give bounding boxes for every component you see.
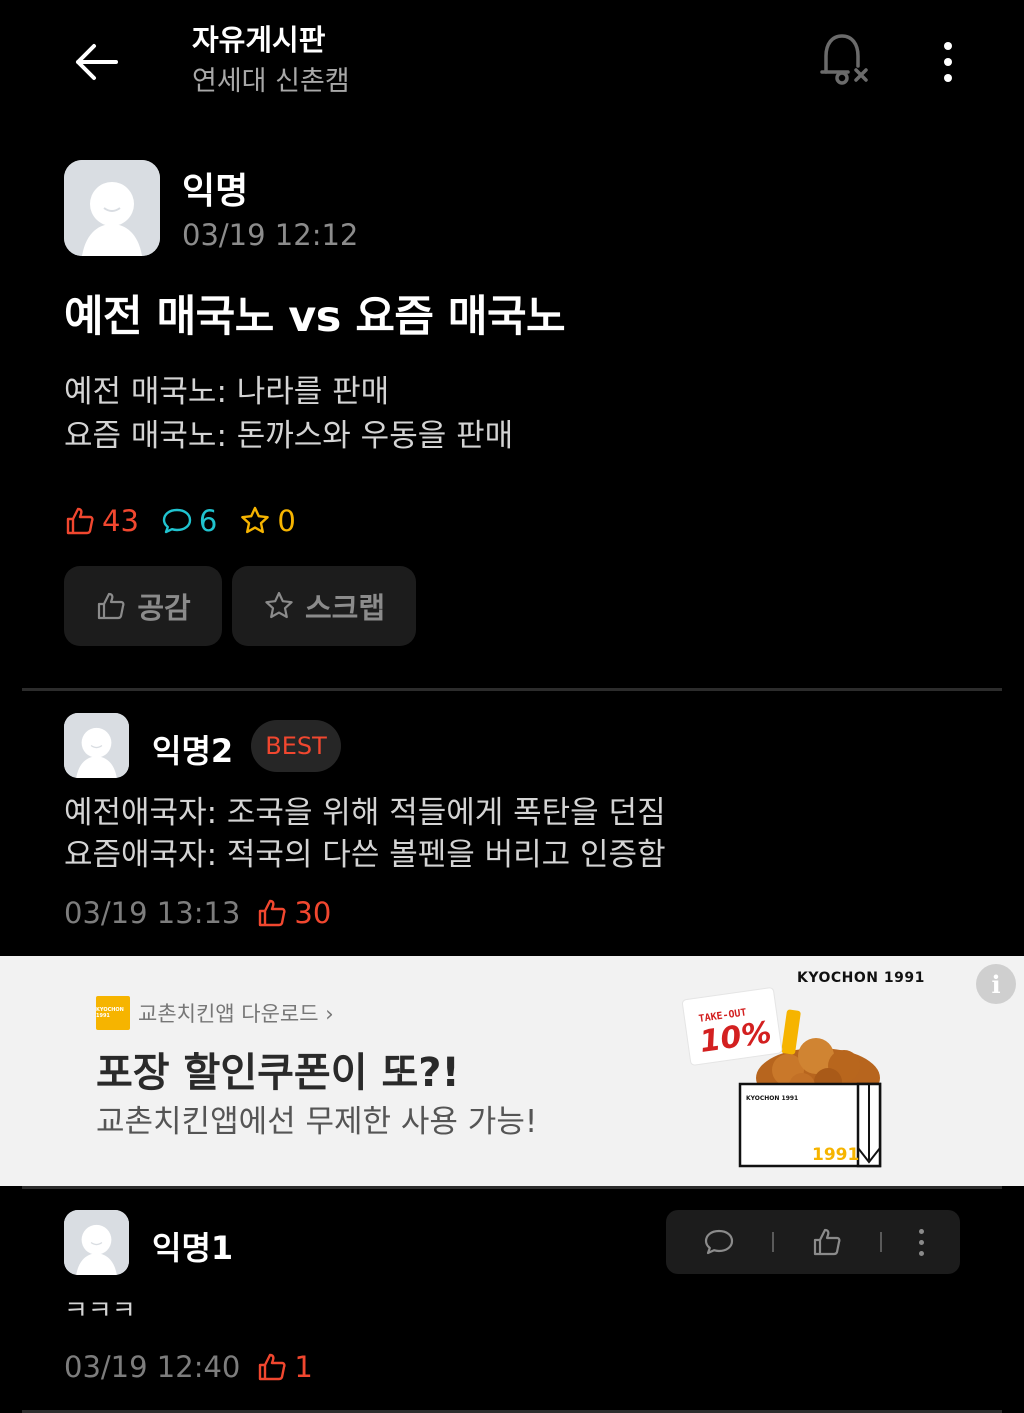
thumbs-up-icon	[259, 899, 286, 927]
thumbs-up-icon	[66, 507, 94, 535]
campus-subtitle: 연세대 신촌캠	[192, 66, 350, 97]
arrow-left-icon	[76, 44, 118, 80]
comment-avatar	[64, 713, 129, 778]
comment-avatar	[64, 1210, 129, 1275]
comment-like-value: 1	[294, 1350, 313, 1384]
box-label: KYOCHON 1991	[746, 1095, 798, 1102]
comment-toolbar	[666, 1210, 960, 1274]
comment-like-value: 30	[294, 896, 332, 930]
ad-brand-link[interactable]: KYOCHON 1991 교촌치킨앱 다운로드 ›	[96, 996, 334, 1030]
board-title: 자유게시판	[192, 23, 326, 57]
header-titles: 자유게시판 연세대 신촌캠	[192, 20, 350, 104]
comment-timestamp: 03/19 12:40	[64, 1350, 241, 1384]
post-timestamp: 03/19 12:12	[182, 218, 359, 252]
post-author-avatar	[64, 160, 160, 256]
star-icon	[241, 506, 270, 534]
avatar-icon	[64, 713, 129, 778]
kyochon-logo: KYOCHON 1991	[96, 996, 130, 1030]
divider	[22, 1186, 1002, 1189]
comment-icon[interactable]	[703, 1226, 735, 1258]
comment-meta: 03/19 12:40 1	[64, 1350, 313, 1384]
thumbs-up-icon	[259, 1353, 286, 1381]
back-button[interactable]	[66, 32, 126, 92]
scrap-button[interactable]: 스크랩	[232, 566, 416, 646]
ad-logo-text: KYOCHON 1991	[96, 1007, 124, 1019]
comment-like-count: 1	[256, 1350, 313, 1384]
bell-off-icon	[820, 34, 868, 85]
post-stats: 43 6 0	[64, 504, 318, 538]
best-badge: BEST	[251, 720, 341, 772]
toolbar-separator	[879, 1232, 882, 1252]
box-year: 1991	[812, 1145, 859, 1165]
toolbar-separator	[771, 1232, 774, 1252]
comment-like-count: 30	[256, 896, 331, 930]
ad-subtext: 교촌치킨앱에선 무제한 사용 가능!	[96, 1104, 538, 1140]
like-count: 43	[64, 504, 139, 538]
more-dot	[944, 58, 952, 66]
more-dot	[944, 74, 952, 82]
ad-headline: 포장 할인쿠폰이 또?!	[96, 1050, 460, 1096]
notification-toggle-button[interactable]	[812, 28, 876, 92]
post-title: 예전 매국노 vs 요즘 매국노	[64, 292, 566, 342]
comment-body: 예전애국자: 조국을 위해 적들에게 폭탄을 던짐 요즘애국자: 적국의 다쓴 …	[64, 795, 666, 873]
info-icon[interactable]: i	[976, 964, 1016, 1004]
more-vertical-icon[interactable]	[918, 1228, 924, 1256]
comment-body: ㅋㅋㅋ	[64, 1296, 136, 1326]
post-author-name: 익명	[182, 171, 249, 212]
scrap-count: 0	[239, 504, 296, 538]
scrap-count-value: 0	[277, 504, 296, 538]
more-vertical-icon	[944, 42, 952, 50]
comment-count: 6	[161, 504, 217, 538]
ad-brand-logo-text: KYOCHON 1991	[797, 970, 925, 986]
like-count-value: 43	[102, 504, 139, 538]
divider	[22, 688, 1002, 691]
ad-brand-label: 교촌치킨앱 다운로드 ›	[138, 1002, 334, 1026]
comment-author: 익명1	[152, 1229, 234, 1267]
app-header: 자유게시판 연세대 신촌캠	[0, 0, 1024, 130]
comment-timestamp: 03/19 13:13	[64, 896, 241, 930]
thumbs-up-icon	[98, 592, 125, 620]
comment-count-value: 6	[198, 504, 218, 538]
like-button[interactable]: 공감	[64, 566, 222, 646]
star-icon	[265, 591, 293, 619]
comment-icon	[162, 508, 192, 534]
scrap-button-label: 스크랩	[304, 591, 386, 625]
avatar-icon	[64, 1210, 129, 1275]
like-button-label: 공감	[137, 591, 191, 625]
comment-author: 익명2	[152, 732, 234, 770]
post-body: 예전 매국노: 나라를 판매 요즘 매국노: 돈까스와 우동을 판매	[64, 374, 514, 454]
more-options-button[interactable]	[926, 32, 970, 92]
ad-product-image: TAKE-OUT 10% KYOCHON 1991 1991	[681, 987, 882, 1168]
comment-meta: 03/19 13:13 30	[64, 896, 331, 930]
thumbs-up-icon[interactable]	[811, 1226, 843, 1258]
avatar-icon	[64, 160, 160, 256]
